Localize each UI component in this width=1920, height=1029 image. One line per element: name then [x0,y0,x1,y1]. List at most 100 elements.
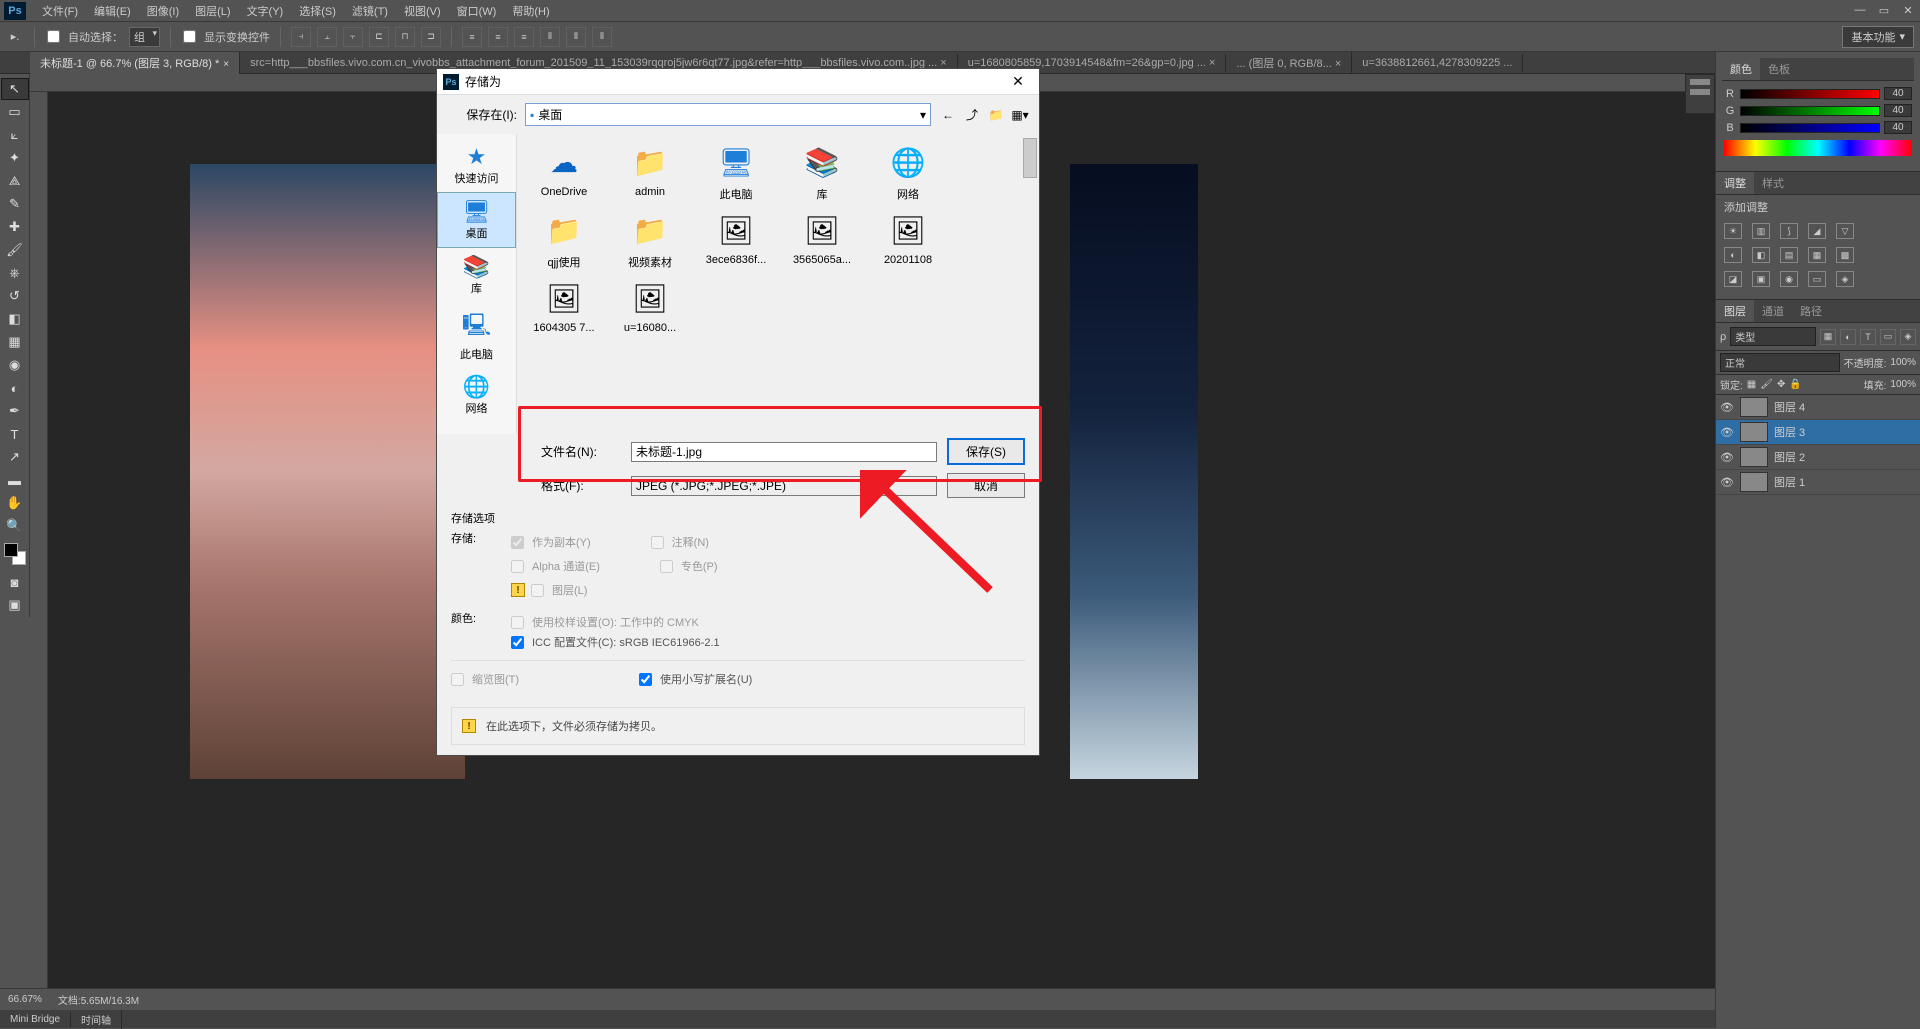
menu-select[interactable]: 选择(S) [291,3,344,19]
menu-edit[interactable]: 编辑(E) [86,3,139,19]
visibility-icon[interactable]: 👁 [1720,426,1734,439]
selective-color-icon[interactable]: ◈ [1836,271,1854,287]
file-item[interactable]: 🖼20201108 [869,210,947,270]
nav-libraries[interactable]: 📚库 [437,248,516,302]
filter-type-icon[interactable]: T [1860,329,1876,345]
menu-image[interactable]: 图像(I) [139,3,187,19]
file-item[interactable]: 🖼1604305 7... [525,278,603,334]
move-tool[interactable]: ↖ [1,78,29,100]
invert-icon[interactable]: ◪ [1724,271,1742,287]
spectrum-strip[interactable] [1724,140,1912,156]
align-btn[interactable]: ⫞ [291,27,311,47]
close-icon[interactable]: ✕ [1896,4,1920,17]
gradient-tool[interactable]: ▦ [1,331,29,353]
brush-tool[interactable]: 🖌 [1,239,29,261]
fill-value[interactable]: 100% [1890,379,1916,390]
healing-tool[interactable]: ✚ [1,216,29,238]
crop-tool[interactable]: ⟁ [1,170,29,192]
zoom-level[interactable]: 66.67% [8,994,42,1005]
align-btn[interactable]: ⫠ [317,27,337,47]
file-item[interactable]: ☁OneDrive [525,142,603,202]
g-slider[interactable] [1740,106,1880,116]
dialog-close-icon[interactable]: ✕ [1003,73,1033,90]
up-icon[interactable]: ⤴ [963,106,981,124]
eraser-tool[interactable]: ◧ [1,308,29,330]
lowercase-ext-checkbox[interactable] [639,673,652,686]
file-item[interactable]: 🖼u=16080... [611,278,689,334]
lock-trans-icon[interactable]: ▦ [1747,379,1756,390]
type-tool[interactable]: T [1,423,29,445]
distribute-btn[interactable]: ⦀ [540,27,560,47]
visibility-icon[interactable]: 👁 [1720,451,1734,464]
opacity-value[interactable]: 100% [1890,357,1916,368]
view-mode-icon[interactable]: ▦▾ [1011,106,1029,124]
distribute-btn[interactable]: ⦀ [566,27,586,47]
hand-tool[interactable]: ✋ [1,492,29,514]
layer-item[interactable]: 👁图层 4 [1716,395,1920,420]
nav-network[interactable]: 🌐网络 [437,368,516,422]
zoom-tool[interactable]: 🔍 [1,515,29,537]
kind-filter-combo[interactable]: 类型 [1730,327,1816,346]
g-value[interactable]: 40 [1884,104,1912,117]
maximize-icon[interactable]: ▭ [1872,4,1896,17]
blur-tool[interactable]: ◉ [1,354,29,376]
auto-select-combo[interactable]: 组 [129,27,160,47]
exposure-icon[interactable]: ◢ [1808,223,1826,239]
icc-checkbox[interactable] [511,636,524,649]
nav-this-pc[interactable]: 🖳此电脑 [437,302,516,368]
align-btn[interactable]: ⫟ [343,27,363,47]
save-button[interactable]: 保存(S) [947,438,1025,465]
channel-mixer-icon[interactable]: ▦ [1808,247,1826,263]
vibrance-icon[interactable]: ▽ [1836,223,1854,239]
document-tab[interactable]: ... (图层 0, RGB/8... × [1226,52,1352,74]
new-folder-icon[interactable]: 📁 [987,106,1005,124]
marquee-tool[interactable]: ▭ [1,101,29,123]
layer-item[interactable]: 👁图层 2 [1716,445,1920,470]
lock-pos-icon[interactable]: ✥ [1777,379,1785,390]
pen-tool[interactable]: ✒ [1,400,29,422]
history-brush-tool[interactable]: ↺ [1,285,29,307]
distribute-btn[interactable]: ≡ [488,27,508,47]
path-tool[interactable]: ↗ [1,446,29,468]
posterize-icon[interactable]: ▣ [1752,271,1770,287]
file-item[interactable]: 🌐网络 [869,142,947,202]
tab-styles[interactable]: 样式 [1754,172,1792,194]
r-slider[interactable] [1740,89,1880,99]
file-item[interactable]: 🖥此电脑 [697,142,775,202]
threshold-icon[interactable]: ◉ [1780,271,1798,287]
lasso-tool[interactable]: ⟀ [1,124,29,146]
tab-mini-bridge[interactable]: Mini Bridge [0,1012,71,1027]
eyedropper-tool[interactable]: ✎ [1,193,29,215]
screen-mode-tool[interactable]: ▣ [1,594,29,616]
file-item[interactable]: 📚库 [783,142,861,202]
tab-adjustments[interactable]: 调整 [1716,172,1754,194]
lock-paint-icon[interactable]: 🖌 [1760,379,1773,390]
nav-desktop[interactable]: 🖥桌面 [437,192,516,248]
tab-paths[interactable]: 路径 [1792,300,1830,322]
cancel-button[interactable]: 取消 [947,473,1025,498]
show-transform-checkbox[interactable] [183,30,196,43]
stamp-tool[interactable]: ⎈ [1,262,29,284]
filename-input[interactable] [631,442,937,462]
levels-icon[interactable]: ▥ [1752,223,1770,239]
menu-help[interactable]: 帮助(H) [504,3,557,19]
tab-layers[interactable]: 图层 [1716,300,1754,322]
tab-swatches[interactable]: 色板 [1760,58,1798,80]
auto-select-checkbox[interactable] [47,30,60,43]
tab-timeline[interactable]: 时间轴 [71,1010,122,1029]
bw-icon[interactable]: ◧ [1752,247,1770,263]
r-value[interactable]: 40 [1884,87,1912,100]
file-item[interactable]: 🖼3565065a... [783,210,861,270]
workspace-switcher[interactable]: 基本功能▾ [1842,26,1914,48]
align-btn[interactable]: ⊐ [421,27,441,47]
file-item[interactable]: 🖼3ece6836f... [697,210,775,270]
document-tab[interactable]: 未标题-1 @ 66.7% (图层 3, RGB/8) *× [30,52,240,74]
back-icon[interactable]: ← [939,106,957,124]
color-swatch[interactable] [4,543,26,565]
brightness-icon[interactable]: ☀ [1724,223,1742,239]
quick-mask-tool[interactable]: ◙ [1,571,29,593]
close-icon[interactable]: × [223,59,229,70]
align-btn[interactable]: ⊏ [369,27,389,47]
magic-wand-tool[interactable]: ✦ [1,147,29,169]
menu-view[interactable]: 视图(V) [396,3,449,19]
